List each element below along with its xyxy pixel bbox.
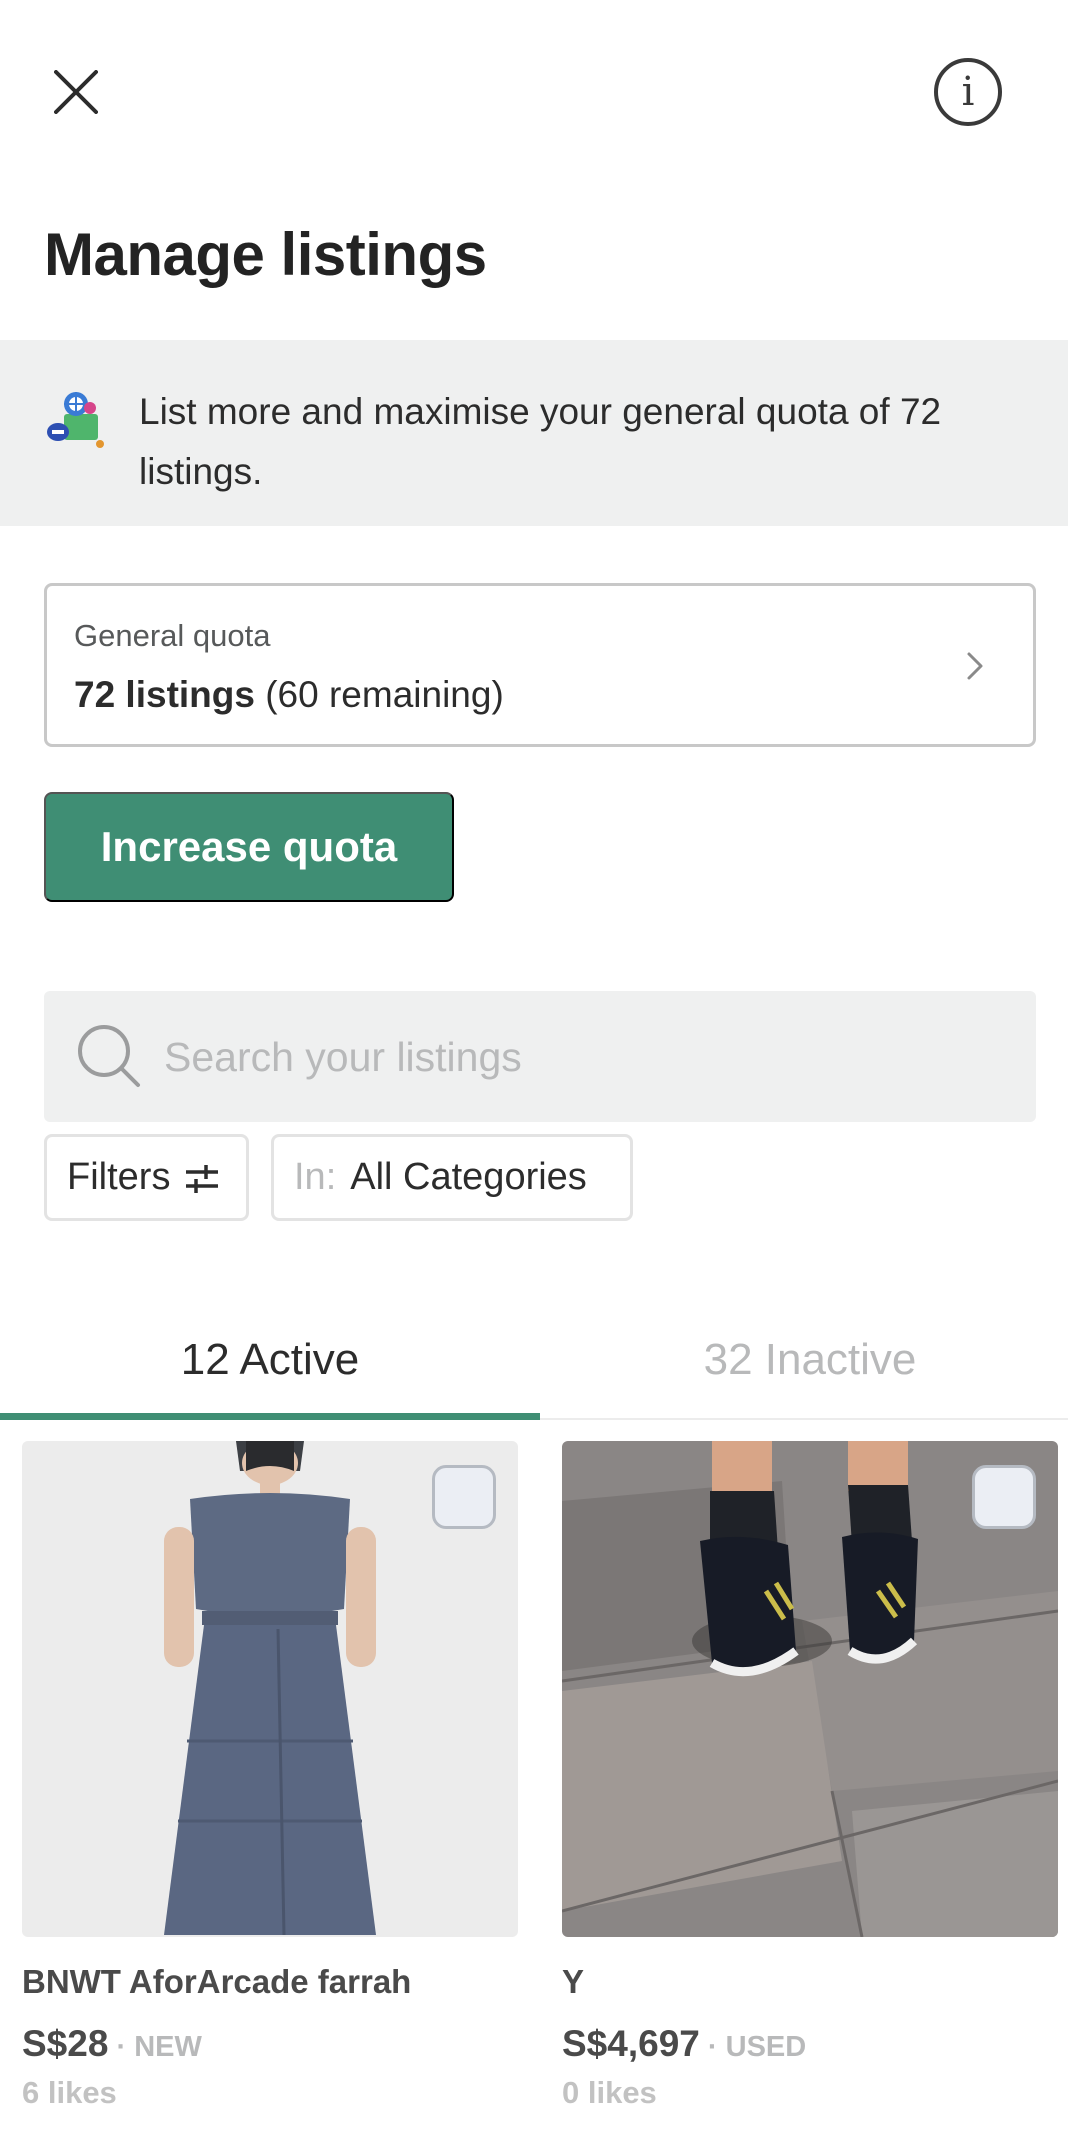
quota-value: 72 listings (60 remaining) [74, 674, 504, 716]
listing-card[interactable]: Y S$4,697 · USED 0 likes [562, 1441, 1058, 2111]
listing-image [562, 1441, 1058, 1937]
banner-text: List more and maximise your general quot… [139, 391, 942, 492]
info-icon: i [961, 69, 975, 115]
top-bar: i [0, 0, 1068, 180]
quota-label: General quota [74, 618, 271, 653]
search-icon [78, 1025, 140, 1087]
category-selector[interactable]: In: All Categories [271, 1134, 633, 1221]
price-value: S$4,697 [562, 2023, 700, 2064]
quota-remaining: (60 remaining) [265, 674, 504, 715]
quota-listings: 72 listings [74, 674, 255, 715]
listing-tabs: 12 Active 32 Inactive [0, 1300, 1068, 1420]
select-checkbox[interactable] [972, 1465, 1036, 1529]
category-prefix: In: [294, 1156, 337, 1198]
listings-illustration-icon [47, 392, 104, 448]
listing-condition: · NEW [108, 2031, 202, 2063]
listing-likes: 0 likes [562, 2075, 657, 2110]
price-value: S$28 [22, 2023, 109, 2064]
active-tab-indicator [0, 1413, 540, 1420]
increase-quota-button[interactable]: Increase quota [44, 792, 454, 902]
filters-label: Filters [67, 1156, 171, 1198]
close-icon [54, 70, 98, 114]
tab-active[interactable]: 12 Active [0, 1300, 540, 1420]
listing-price: S$28 · NEW [22, 2023, 518, 2065]
close-button[interactable] [44, 60, 108, 124]
page-title: Manage listings [44, 221, 487, 288]
chevron-right-icon [967, 652, 983, 680]
listing-title: BNWT AforArcade farrah [22, 1963, 412, 2000]
category-value: All Categories [350, 1156, 587, 1198]
select-checkbox[interactable] [432, 1465, 496, 1529]
listing-likes: 6 likes [22, 2075, 117, 2110]
listing-title: Y [562, 1963, 585, 2000]
info-button[interactable]: i [934, 58, 1002, 126]
listing-price: S$4,697 · USED [562, 2023, 1058, 2065]
listing-condition: · USED [699, 2031, 807, 2063]
tab-inactive[interactable]: 32 Inactive [540, 1300, 1068, 1420]
filters-button[interactable]: Filters [44, 1134, 249, 1221]
general-quota-card[interactable]: General quota 72 listings (60 remaining) [44, 583, 1036, 747]
search-input[interactable] [164, 1019, 1004, 1095]
sliders-icon [186, 1164, 219, 1193]
listing-image [22, 1441, 518, 1937]
search-bar[interactable] [44, 991, 1036, 1122]
quota-banner: List more and maximise your general quot… [0, 340, 1068, 526]
listing-card[interactable]: BNWT AforArcade farrah S$28 · NEW 6 like… [22, 1441, 518, 2111]
